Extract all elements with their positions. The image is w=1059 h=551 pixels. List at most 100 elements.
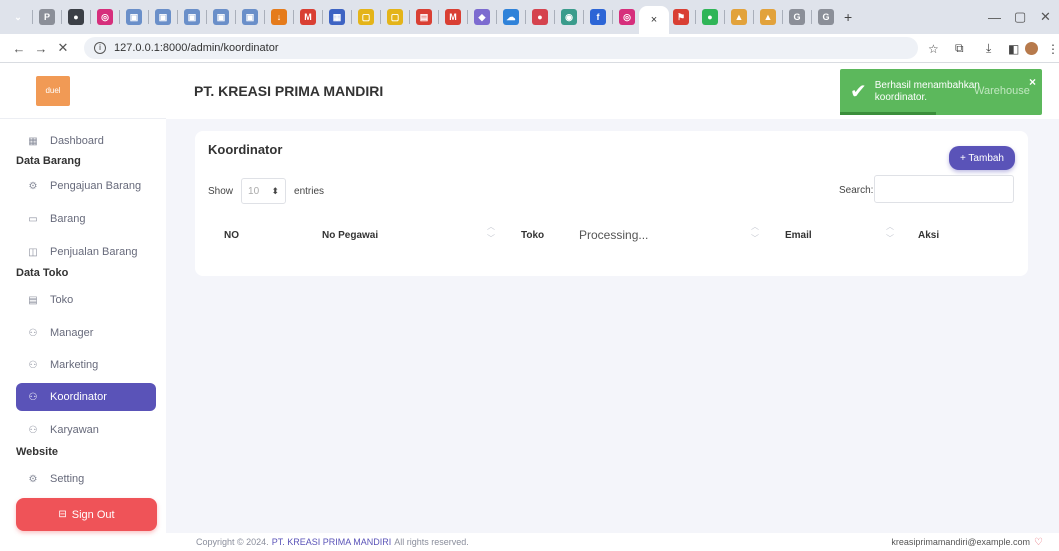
drive-icon[interactable]: ▲: [731, 9, 747, 25]
download-icon[interactable]: ⤓: [986, 34, 991, 63]
settings-icon: ⚙: [28, 180, 38, 192]
app-icon[interactable]: ▣: [242, 9, 258, 25]
app-icon[interactable]: ◆: [474, 9, 490, 25]
section-data-barang: Data Barang: [16, 155, 81, 167]
tab-separator: [496, 10, 497, 24]
facebook-icon[interactable]: f: [590, 9, 606, 25]
column-header-toko[interactable]: Toko: [521, 230, 544, 241]
entries-select[interactable]: 10 ⬍: [241, 178, 287, 204]
show-label: Show: [208, 185, 234, 197]
sort-icon[interactable]: ︿ ﹀: [751, 221, 759, 245]
minimize-icon[interactable]: —: [988, 0, 1001, 34]
gmail-icon[interactable]: M: [445, 9, 461, 25]
users-icon: ⚇: [28, 327, 38, 339]
sidebar-item-barang[interactable]: ▭ Barang: [16, 205, 156, 233]
success-toast[interactable]: Warehouse ✔ Berhasil menambahkan koordin…: [840, 69, 1042, 115]
app-icon[interactable]: ▢: [358, 9, 374, 25]
app-icon[interactable]: ▣: [184, 9, 200, 25]
sign-out-button[interactable]: ⊟ Sign Out: [16, 498, 157, 531]
sidebar-item-karyawan[interactable]: ⚇ Karyawan: [16, 416, 156, 444]
github-icon[interactable]: ●: [68, 9, 84, 25]
tab-separator: [119, 10, 120, 24]
entries-label: entries: [294, 185, 325, 197]
forward-icon[interactable]: →: [30, 41, 52, 56]
add-koordinator-button[interactable]: + Tambah: [949, 146, 1015, 170]
gmail-icon[interactable]: M: [300, 9, 316, 25]
app-icon[interactable]: ●: [532, 9, 548, 25]
store-icon: ▤: [28, 294, 38, 306]
sidebar-item-pengajuan-barang[interactable]: ⚙ Pengajuan Barang: [16, 172, 156, 200]
toast-behind-text: Warehouse: [974, 85, 1030, 97]
tab-separator: [206, 10, 207, 24]
sidebar-item-penjualan-barang[interactable]: ◫ Penjualan Barang: [16, 238, 156, 266]
users-icon: ⚇: [28, 424, 38, 436]
close-window-icon[interactable]: ✕: [1040, 0, 1051, 34]
chevron-down-icon[interactable]: ⌄: [10, 9, 26, 25]
footer: Copyright © 2024. PT. KREASI PRIMA MANDI…: [166, 533, 1059, 551]
stop-icon[interactable]: ✕: [52, 40, 74, 56]
instagram-icon[interactable]: ◎: [97, 9, 113, 25]
info-icon[interactable]: i: [94, 42, 106, 54]
app-icon[interactable]: ▢: [387, 9, 403, 25]
maps-icon[interactable]: ⚑: [673, 9, 689, 25]
tab-separator: [811, 10, 812, 24]
drive-icon[interactable]: ▲: [760, 9, 776, 25]
close-tab-icon[interactable]: ×: [651, 14, 657, 26]
whatsapp-icon[interactable]: ●: [702, 9, 718, 25]
menu-icon[interactable]: ⋮: [1047, 34, 1059, 63]
sort-icon[interactable]: ︿ ﹀: [886, 221, 894, 245]
url-field[interactable]: i 127.0.0.1:8000/admin/koordinator: [84, 37, 918, 59]
column-header-email[interactable]: Email: [785, 230, 812, 241]
bookmark-star-icon[interactable]: ☆: [928, 34, 939, 63]
app-icon[interactable]: ▣: [155, 9, 171, 25]
koordinator-card: Koordinator + Tambah Show 10 ⬍ entries S…: [195, 131, 1028, 276]
footer-brand-link[interactable]: PT. KREASI PRIMA MANDIRI: [272, 537, 392, 547]
column-header-no-pegawai[interactable]: No Pegawai: [322, 230, 378, 241]
sort-icon[interactable]: ︿ ﹀: [487, 221, 495, 245]
gear-icon: ⚙: [28, 473, 38, 485]
users-icon: ⚇: [28, 359, 38, 371]
download-icon[interactable]: ↓: [271, 9, 287, 25]
sidepanel-icon[interactable]: ◧: [1008, 34, 1019, 63]
new-tab-button[interactable]: +: [844, 9, 852, 25]
sidebar-item-manager[interactable]: ⚇ Manager: [16, 319, 156, 347]
monitor-icon: ▭: [28, 213, 38, 225]
screen-icon: ◫: [28, 246, 38, 258]
tab-active[interactable]: ×: [639, 6, 669, 34]
google-icon[interactable]: G: [818, 9, 834, 25]
profile-avatar[interactable]: [1025, 34, 1038, 63]
tab-separator: [467, 10, 468, 24]
tab-separator: [612, 10, 613, 24]
toast-close-icon[interactable]: ×: [1029, 75, 1036, 89]
restore-icon[interactable]: ▢: [1014, 0, 1026, 34]
users-icon: ⚇: [28, 391, 38, 403]
instagram-icon[interactable]: ◎: [619, 9, 635, 25]
app-icon[interactable]: ◉: [561, 9, 577, 25]
app-icon[interactable]: ▦: [329, 9, 345, 25]
column-header-no[interactable]: NO: [224, 230, 239, 241]
extensions-icon[interactable]: ⧉: [955, 34, 964, 63]
cloud-icon[interactable]: ☁: [503, 9, 519, 25]
logo[interactable]: duel: [36, 75, 70, 106]
toast-progress-bar: [840, 112, 936, 115]
sidebar-item-setting[interactable]: ⚙ Setting: [16, 465, 156, 493]
address-bar: ← → ✕ i 127.0.0.1:8000/admin/koordinator…: [0, 34, 1059, 63]
tab-separator: [177, 10, 178, 24]
google-icon[interactable]: G: [789, 9, 805, 25]
sidebar-item-koordinator[interactable]: ⚇ Koordinator: [16, 383, 156, 411]
app-icon[interactable]: ▣: [213, 9, 229, 25]
search-input[interactable]: [874, 175, 1014, 203]
tab-separator: [235, 10, 236, 24]
app-icon[interactable]: ▣: [126, 9, 142, 25]
sidebar-item-toko[interactable]: ▤ Toko: [16, 286, 156, 314]
tab-separator: [695, 10, 696, 24]
tab-separator: [32, 10, 33, 24]
tab-separator: [583, 10, 584, 24]
pdf-icon[interactable]: P: [39, 9, 55, 25]
back-icon[interactable]: ←: [8, 41, 30, 56]
column-header-aksi[interactable]: Aksi: [918, 230, 939, 241]
heart-icon: ♡: [1034, 536, 1043, 548]
app-icon[interactable]: ▤: [416, 9, 432, 25]
sidebar-item-marketing[interactable]: ⚇ Marketing: [16, 351, 156, 379]
sidebar-item-dashboard[interactable]: ▦ Dashboard: [16, 127, 156, 155]
